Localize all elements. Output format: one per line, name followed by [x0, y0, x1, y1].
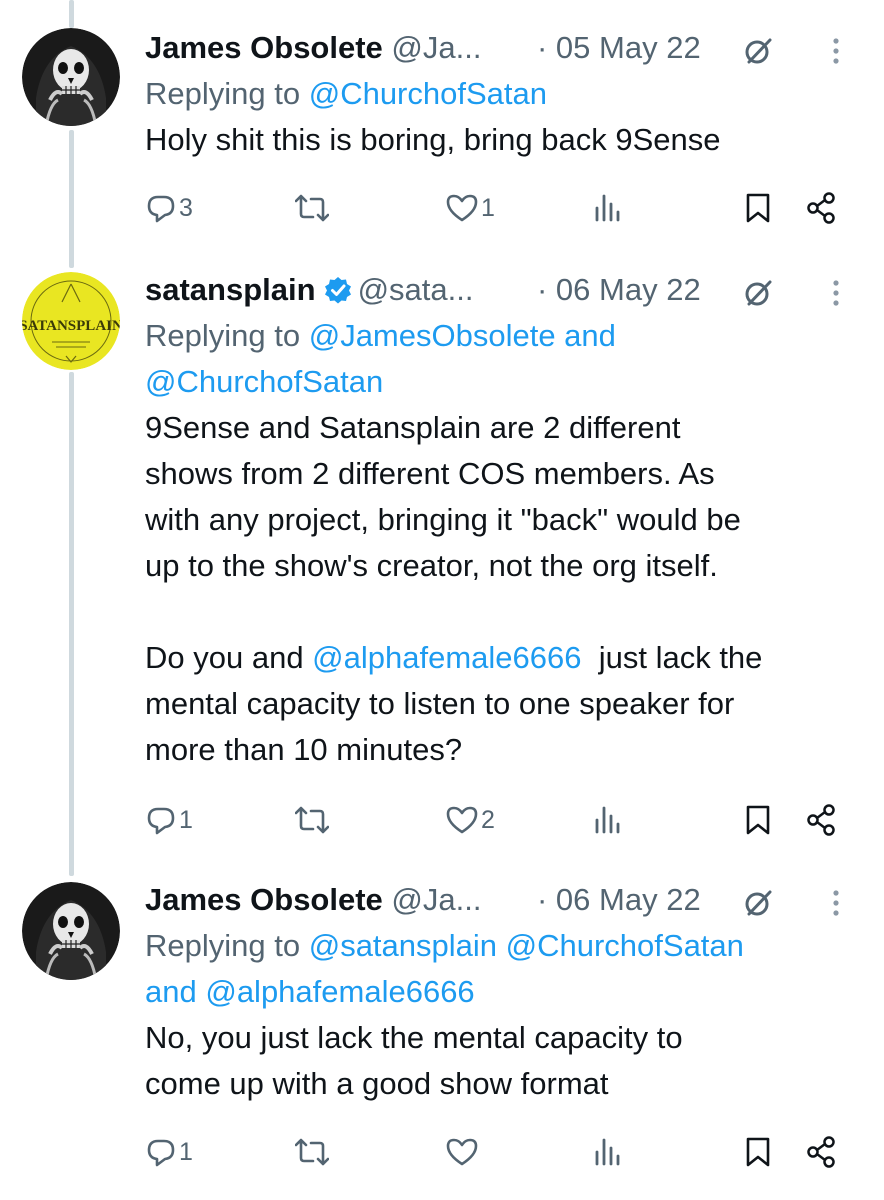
reply-button[interactable]: 1: [145, 1136, 193, 1168]
bookmark-icon: [746, 193, 770, 223]
avatar[interactable]: [22, 882, 120, 980]
like-count: 2: [481, 805, 495, 834]
share-icon: [807, 1136, 835, 1168]
tweet[interactable]: James Obsolete @Ja... · 05 May 22 Replyi…: [0, 0, 884, 250]
grok-icon[interactable]: [743, 33, 773, 79]
reply-button[interactable]: 1: [145, 804, 193, 836]
handle[interactable]: @sata...: [358, 272, 474, 307]
reply-icon: [147, 807, 175, 835]
more-options-icon[interactable]: [831, 275, 841, 321]
mention-link[interactable]: @ChurchofSatan: [145, 364, 383, 399]
share-button[interactable]: [805, 192, 837, 224]
heart-icon: [446, 194, 478, 222]
reply-icon: [147, 195, 175, 223]
replying-to: Replying to @JamesObsolete and @Churchof…: [145, 313, 844, 405]
bookmark-button[interactable]: [745, 1136, 771, 1168]
heart-icon: [446, 1138, 478, 1166]
reply-button[interactable]: 3: [145, 192, 193, 224]
action-bar: 3 1: [145, 192, 845, 232]
tweet-text: Holy shit this is boring, bring back 9Se…: [145, 122, 721, 157]
mention-link[interactable]: @JamesObsolete and: [309, 318, 616, 353]
satansplain-logo-icon: SATANSPLAIN: [22, 272, 120, 370]
views-icon: [595, 1138, 620, 1166]
tweet-text: Do you and @alphafemale6666 just lack th…: [145, 635, 844, 681]
skull-avatar-icon: [22, 28, 120, 126]
action-bar: 1: [145, 1136, 845, 1176]
replying-to: Replying to @satansplain @ChurchofSatan …: [145, 923, 844, 1015]
mention-link[interactable]: @alphafemale6666: [205, 974, 474, 1009]
tweet-text: 9Sense and Satansplain are 2 different s…: [145, 410, 741, 583]
heart-icon: [446, 806, 478, 834]
more-options-icon[interactable]: [831, 885, 841, 931]
retweet-button[interactable]: [295, 804, 331, 836]
like-count: 1: [481, 193, 495, 222]
timestamp[interactable]: · 06 May 22: [537, 267, 701, 313]
views-icon: [595, 194, 620, 222]
display-name[interactable]: satansplain: [145, 272, 316, 307]
replying-to-label: Replying to: [145, 318, 309, 353]
timestamp[interactable]: · 05 May 22: [537, 25, 701, 71]
views-button[interactable]: [593, 192, 621, 222]
tweet-text-part: just lack the: [581, 640, 763, 675]
share-icon: [807, 192, 835, 224]
share-button[interactable]: [805, 1136, 837, 1168]
reply-icon: [147, 1139, 175, 1167]
tweet-header: James Obsolete @Ja... · 06 May 22: [145, 877, 844, 923]
share-icon: [807, 804, 835, 836]
retweet-icon: [295, 806, 329, 834]
display-name[interactable]: James Obsolete: [145, 882, 383, 917]
verified-badge-icon: [324, 271, 352, 317]
views-button[interactable]: [593, 1136, 621, 1166]
views-button[interactable]: [593, 804, 621, 834]
retweet-icon: [295, 1138, 329, 1166]
retweet-button[interactable]: [295, 1136, 331, 1168]
tweet-header: satansplain @sata... · 06 May 22: [145, 267, 844, 313]
tweet-text-part: Do you and: [145, 640, 313, 675]
avatar[interactable]: [22, 28, 120, 126]
skull-avatar-icon: [22, 882, 120, 980]
reply-count: 3: [179, 193, 193, 222]
display-name[interactable]: James Obsolete: [145, 30, 383, 65]
logo-text: SATANSPLAIN: [22, 318, 120, 334]
like-button[interactable]: [445, 1136, 481, 1168]
replying-to-label: Replying to: [145, 76, 309, 111]
action-bar: 1 2: [145, 804, 845, 844]
tweet-text: No, you just lack the mental capacity to…: [145, 1020, 683, 1101]
views-icon: [595, 806, 620, 834]
more-options-icon[interactable]: [831, 33, 841, 79]
bookmark-icon: [746, 805, 770, 835]
retweet-button[interactable]: [295, 192, 331, 224]
avatar[interactable]: SATANSPLAIN: [22, 272, 120, 370]
replying-to-label: Replying to: [145, 928, 309, 963]
mention-link[interactable]: @alphafemale6666: [312, 640, 581, 675]
tweet[interactable]: SATANSPLAIN satansplain @sata... · 06 May…: [0, 260, 884, 860]
reply-count: 1: [179, 805, 193, 834]
tweet[interactable]: James Obsolete @Ja... · 06 May 22 Replyi…: [0, 868, 884, 1200]
bookmark-button[interactable]: [745, 804, 771, 836]
reply-count: 1: [179, 1137, 193, 1166]
tweet-text: mental capacity to listen to one speaker…: [145, 686, 735, 767]
handle[interactable]: @Ja...: [391, 882, 481, 917]
retweet-icon: [295, 194, 329, 222]
mention-link[interactable]: @ChurchofSatan: [309, 76, 547, 111]
bookmark-button[interactable]: [745, 192, 771, 224]
like-button[interactable]: 1: [445, 192, 495, 224]
bookmark-icon: [746, 1137, 770, 1167]
share-button[interactable]: [805, 804, 837, 836]
grok-icon[interactable]: [743, 885, 773, 931]
replying-to: Replying to @ChurchofSatan: [145, 71, 844, 117]
like-button[interactable]: 2: [445, 804, 495, 836]
grok-icon[interactable]: [743, 275, 773, 321]
tweet-header: James Obsolete @Ja... · 05 May 22: [145, 25, 844, 71]
mention-link[interactable]: and: [145, 974, 205, 1009]
timestamp[interactable]: · 06 May 22: [537, 877, 701, 923]
handle[interactable]: @Ja...: [391, 30, 481, 65]
mention-link[interactable]: @satansplain @ChurchofSatan: [309, 928, 744, 963]
